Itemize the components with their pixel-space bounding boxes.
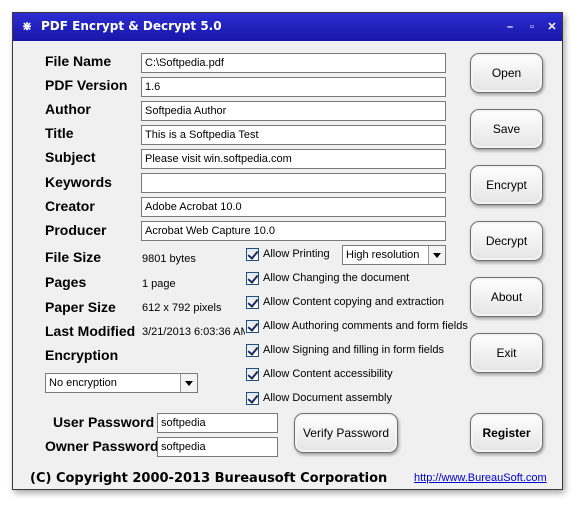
author-label: Author [45,101,91,117]
file-name-label: File Name [45,53,112,69]
subject-label: Subject [45,149,96,165]
allow-copying-checkbox[interactable] [246,296,259,309]
verify-password-button[interactable]: Verify Password [294,413,398,453]
keywords-label: Keywords [45,174,112,190]
copyright-text: (C) Copyright 2000-2013 Bureausoft Corpo… [30,471,388,486]
creator-label: Creator [45,198,95,214]
minimize-icon[interactable]: – [502,19,518,35]
subject-field[interactable]: Please visit win.softpedia.com [141,149,446,169]
allow-authoring-label: Allow Authoring comments and form fields [263,320,468,332]
title-bar[interactable]: ⋇ PDF Encrypt & Decrypt 5.0 – ▫ ✕ [13,13,562,41]
maximize-icon[interactable]: ▫ [524,19,540,35]
owner-password-label: Owner Password [45,438,159,454]
allow-accessibility-checkbox[interactable] [246,368,259,381]
allow-assembly-checkbox[interactable] [246,392,259,405]
paper-size-value: 612 x 792 pixels [142,302,222,314]
app-icon: ⋇ [21,19,33,33]
last-modified-label: Last Modified [45,323,136,339]
paper-size-label: Paper Size [45,299,116,315]
about-button[interactable]: About [470,277,543,317]
window-title: PDF Encrypt & Decrypt 5.0 [41,19,222,33]
file-size-value: 9801 bytes [142,253,196,265]
producer-label: Producer [45,222,107,238]
encrypt-button[interactable]: Encrypt [470,165,543,205]
file-size-label: File Size [45,249,102,265]
pages-label: Pages [45,274,87,290]
title-field[interactable]: This is a Softpedia Test [141,125,446,145]
author-field[interactable]: Softpedia Author [141,101,446,121]
allow-authoring-checkbox[interactable] [246,320,259,333]
owner-password-field[interactable]: softpedia [157,437,278,457]
close-icon[interactable]: ✕ [544,19,560,35]
chevron-down-icon[interactable] [428,246,445,264]
allow-copying-label: Allow Content copying and extraction [263,296,444,308]
allow-signing-label: Allow Signing and filling in form fields [263,344,444,356]
encryption-select[interactable]: No encryption [45,373,198,393]
exit-button[interactable]: Exit [470,333,543,373]
allow-signing-checkbox[interactable] [246,344,259,357]
user-password-field[interactable]: softpedia [157,413,278,433]
producer-field[interactable]: Acrobat Web Capture 10.0 [141,221,446,241]
title-label: Title [45,125,74,141]
encryption-selected: No encryption [49,377,117,389]
allow-printing-label: Allow Printing [263,248,330,260]
open-button[interactable]: Open [470,53,543,93]
last-modified-value: 3/21/2013 6:03:36 AM [142,326,245,338]
allow-changing-label: Allow Changing the document [263,272,410,284]
decrypt-button[interactable]: Decrypt [470,221,543,261]
save-button[interactable]: Save [470,109,543,149]
register-button[interactable]: Register [470,413,543,453]
printing-resolution-select[interactable]: High resolution [342,245,446,265]
encryption-label: Encryption [45,347,119,363]
website-link[interactable]: http://www.BureauSoft.com [414,472,547,484]
keywords-field[interactable] [141,173,446,193]
printing-resolution-value: High resolution [346,249,420,261]
chevron-down-icon[interactable] [180,374,197,392]
allow-changing-checkbox[interactable] [246,272,259,285]
allow-assembly-label: Allow Document assembly [263,392,392,404]
allow-printing-checkbox[interactable] [246,248,259,261]
creator-field[interactable]: Adobe Acrobat 10.0 [141,197,446,217]
pages-value: 1 page [142,278,176,290]
allow-accessibility-label: Allow Content accessibility [263,368,393,380]
app-window: ⋇ PDF Encrypt & Decrypt 5.0 – ▫ ✕ File N… [12,12,563,490]
user-password-label: User Password [53,414,155,430]
file-name-field[interactable]: C:\Softpedia.pdf [141,53,446,73]
pdf-version-field[interactable]: 1.6 [141,77,446,97]
pdf-version-label: PDF Version [45,77,128,93]
